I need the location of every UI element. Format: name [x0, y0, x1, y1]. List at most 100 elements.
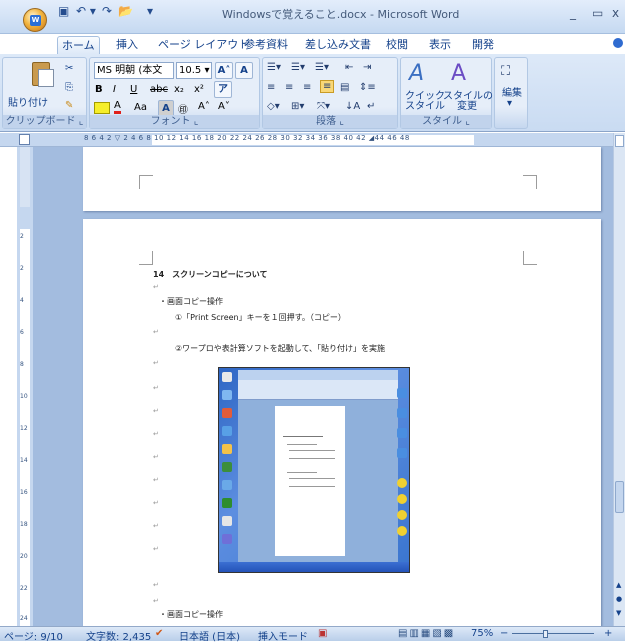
font-grow-icon[interactable]: A˄ — [215, 62, 233, 79]
show-marks-icon[interactable]: ↵ — [367, 101, 375, 112]
italic-button[interactable]: I — [113, 84, 116, 95]
tab-view[interactable]: 表示 — [425, 36, 455, 54]
embedded-screenshot-image[interactable] — [218, 367, 410, 573]
cut-icon[interactable]: ✂ — [65, 63, 73, 74]
vertical-ruler[interactable]: 2 2 4 6 8 10 12 14 16 18 20 22 24 — [17, 147, 33, 626]
tab-review[interactable]: 校閲 — [382, 36, 412, 54]
zoom-out-button[interactable]: − — [500, 628, 508, 639]
desktop-icon — [222, 534, 232, 544]
align-left-icon[interactable]: ≡ — [267, 82, 275, 93]
editing-dropdown-icon[interactable]: ▾ — [507, 98, 512, 109]
tab-references[interactable]: 参考資料 — [240, 36, 292, 54]
clipboard-group-label: クリップボード ⌞ — [3, 115, 86, 128]
office-button[interactable]: W — [23, 8, 47, 32]
vruler-tick: 6 — [20, 329, 24, 336]
page-previous[interactable] — [83, 147, 601, 211]
clipboard-group: 貼り付け ✂ ⎘ ✎ クリップボード ⌞ — [2, 57, 87, 129]
open-icon[interactable]: 📂 — [118, 4, 133, 18]
vruler-tick: 2 — [20, 233, 24, 240]
zoom-slider-thumb[interactable] — [543, 630, 548, 638]
minimize-button[interactable]: _ — [570, 6, 576, 20]
tab-mailings[interactable]: 差し込み文書 — [301, 36, 375, 54]
distribute-icon[interactable]: ▤ — [340, 82, 349, 93]
zoom-in-button[interactable]: + — [604, 628, 612, 639]
subscript-button[interactable]: x₂ — [174, 84, 184, 95]
quick-styles-button[interactable]: クイック スタイル — [405, 92, 445, 112]
prev-page-icon[interactable]: ▲ — [616, 581, 621, 589]
tab-page-layout[interactable]: ページ レイアウト — [154, 36, 253, 54]
close-button[interactable]: x — [612, 6, 619, 20]
maximize-button[interactable]: ▭ — [592, 6, 603, 20]
browse-object-icon[interactable]: ● — [616, 595, 622, 603]
paragraph-mark: ↵ — [153, 384, 159, 392]
strikethrough-button[interactable]: abc — [150, 84, 168, 95]
help-icon[interactable] — [613, 38, 623, 48]
redo-icon[interactable]: ↷ — [102, 4, 112, 18]
tab-insert[interactable]: 挿入 — [112, 36, 142, 54]
copy-icon[interactable]: ⎘ — [65, 82, 73, 93]
zoom-level[interactable]: 75% — [471, 628, 493, 639]
document-area[interactable]: 14 スクリーンコピーについて ↵ ・画面コピー操作 ①「Print Scree… — [33, 147, 613, 626]
vruler-tick: 2 — [20, 265, 24, 272]
quick-styles-icon[interactable]: A — [409, 61, 424, 86]
paste-button[interactable]: 貼り付け — [8, 94, 68, 109]
horizontal-ruler[interactable]: 8 6 4 2 ▽ 2 4 6 8 10 12 14 16 18 20 22 2… — [0, 133, 625, 147]
asian-layout-icon[interactable]: ⤧▾ — [317, 101, 330, 112]
change-styles-icon[interactable]: A — [451, 61, 466, 86]
macro-icon[interactable]: ▣ — [318, 628, 327, 639]
sort-icon[interactable]: ↓A — [345, 101, 360, 112]
change-case-button[interactable]: Aa — [134, 102, 147, 113]
editing-button[interactable]: 編集 — [498, 84, 526, 99]
view-ruler-icon[interactable] — [615, 135, 624, 147]
numbering-icon[interactable]: ☰▾ — [291, 62, 305, 73]
grow-font-icon[interactable]: A˄ — [198, 101, 210, 112]
bullet-text: ・画面コピー操作 — [159, 297, 223, 306]
increase-indent-icon[interactable]: ⇥ — [363, 62, 371, 73]
qat-customize-icon[interactable]: ▾ — [147, 4, 153, 18]
next-page-icon[interactable]: ▼ — [616, 609, 621, 617]
shrink-font-icon[interactable]: A˅ — [218, 101, 230, 112]
vruler-tick: 10 — [20, 393, 28, 400]
align-center-icon[interactable]: ≡ — [285, 82, 293, 93]
underline-button[interactable]: U — [130, 84, 137, 95]
zoom-slider-track[interactable] — [512, 633, 594, 634]
desktop-icon — [222, 408, 232, 418]
tab-developer[interactable]: 開発 — [468, 36, 498, 54]
save-icon[interactable]: ▣ — [58, 4, 69, 18]
multilevel-list-icon[interactable]: ☰▾ — [315, 62, 329, 73]
margin-corner — [139, 175, 153, 189]
proofing-icon[interactable]: ✔ — [155, 628, 163, 639]
paragraph-mark: ↵ — [153, 522, 159, 530]
section-heading: 14 スクリーンコピーについて — [153, 270, 268, 279]
undo-icon[interactable]: ↶ ▾ — [76, 4, 96, 18]
font-name-select[interactable]: MS 明朝 (本文 — [94, 62, 174, 79]
align-right-icon[interactable]: ≡ — [303, 82, 311, 93]
tab-selector[interactable] — [19, 134, 30, 145]
scrollbar-thumb[interactable] — [615, 481, 624, 513]
bold-button[interactable]: B — [95, 84, 103, 95]
page-current[interactable]: 14 スクリーンコピーについて ↵ ・画面コピー操作 ①「Print Scree… — [83, 219, 601, 626]
font-color-button[interactable]: A — [114, 101, 121, 114]
vertical-scrollbar[interactable]: ▲ ● ▼ — [613, 133, 625, 626]
change-styles-button[interactable]: スタイルの 変更 — [443, 92, 493, 112]
clear-format-icon[interactable]: A — [235, 62, 253, 79]
highlight-icon[interactable] — [94, 102, 110, 114]
shading-icon[interactable]: ◇▾ — [267, 101, 280, 112]
enclose-char-icon[interactable]: ㊞ — [178, 101, 188, 116]
tab-home[interactable]: ホーム — [57, 36, 100, 54]
decrease-indent-icon[interactable]: ⇤ — [345, 62, 353, 73]
superscript-button[interactable]: x² — [194, 84, 204, 95]
line-spacing-icon[interactable]: ⇕≡ — [359, 82, 376, 93]
margin-corner — [523, 251, 537, 265]
bullets-icon[interactable]: ☰▾ — [267, 62, 281, 73]
justify-icon[interactable]: ≡ — [320, 80, 335, 93]
vruler-tick: 22 — [20, 585, 28, 592]
find-icon[interactable]: ⛶ — [501, 64, 510, 79]
font-size-select[interactable]: 10.5 ▾ — [176, 62, 212, 79]
format-painter-icon[interactable]: ✎ — [65, 100, 73, 111]
phonetic-guide-icon[interactable]: ア — [214, 81, 232, 98]
borders-icon[interactable]: ⊞▾ — [291, 101, 304, 112]
paste-icon[interactable] — [29, 60, 55, 90]
view-buttons-icon[interactable]: ▤▥▦▧▩ — [398, 628, 455, 639]
word-window-ribbon — [238, 380, 398, 400]
